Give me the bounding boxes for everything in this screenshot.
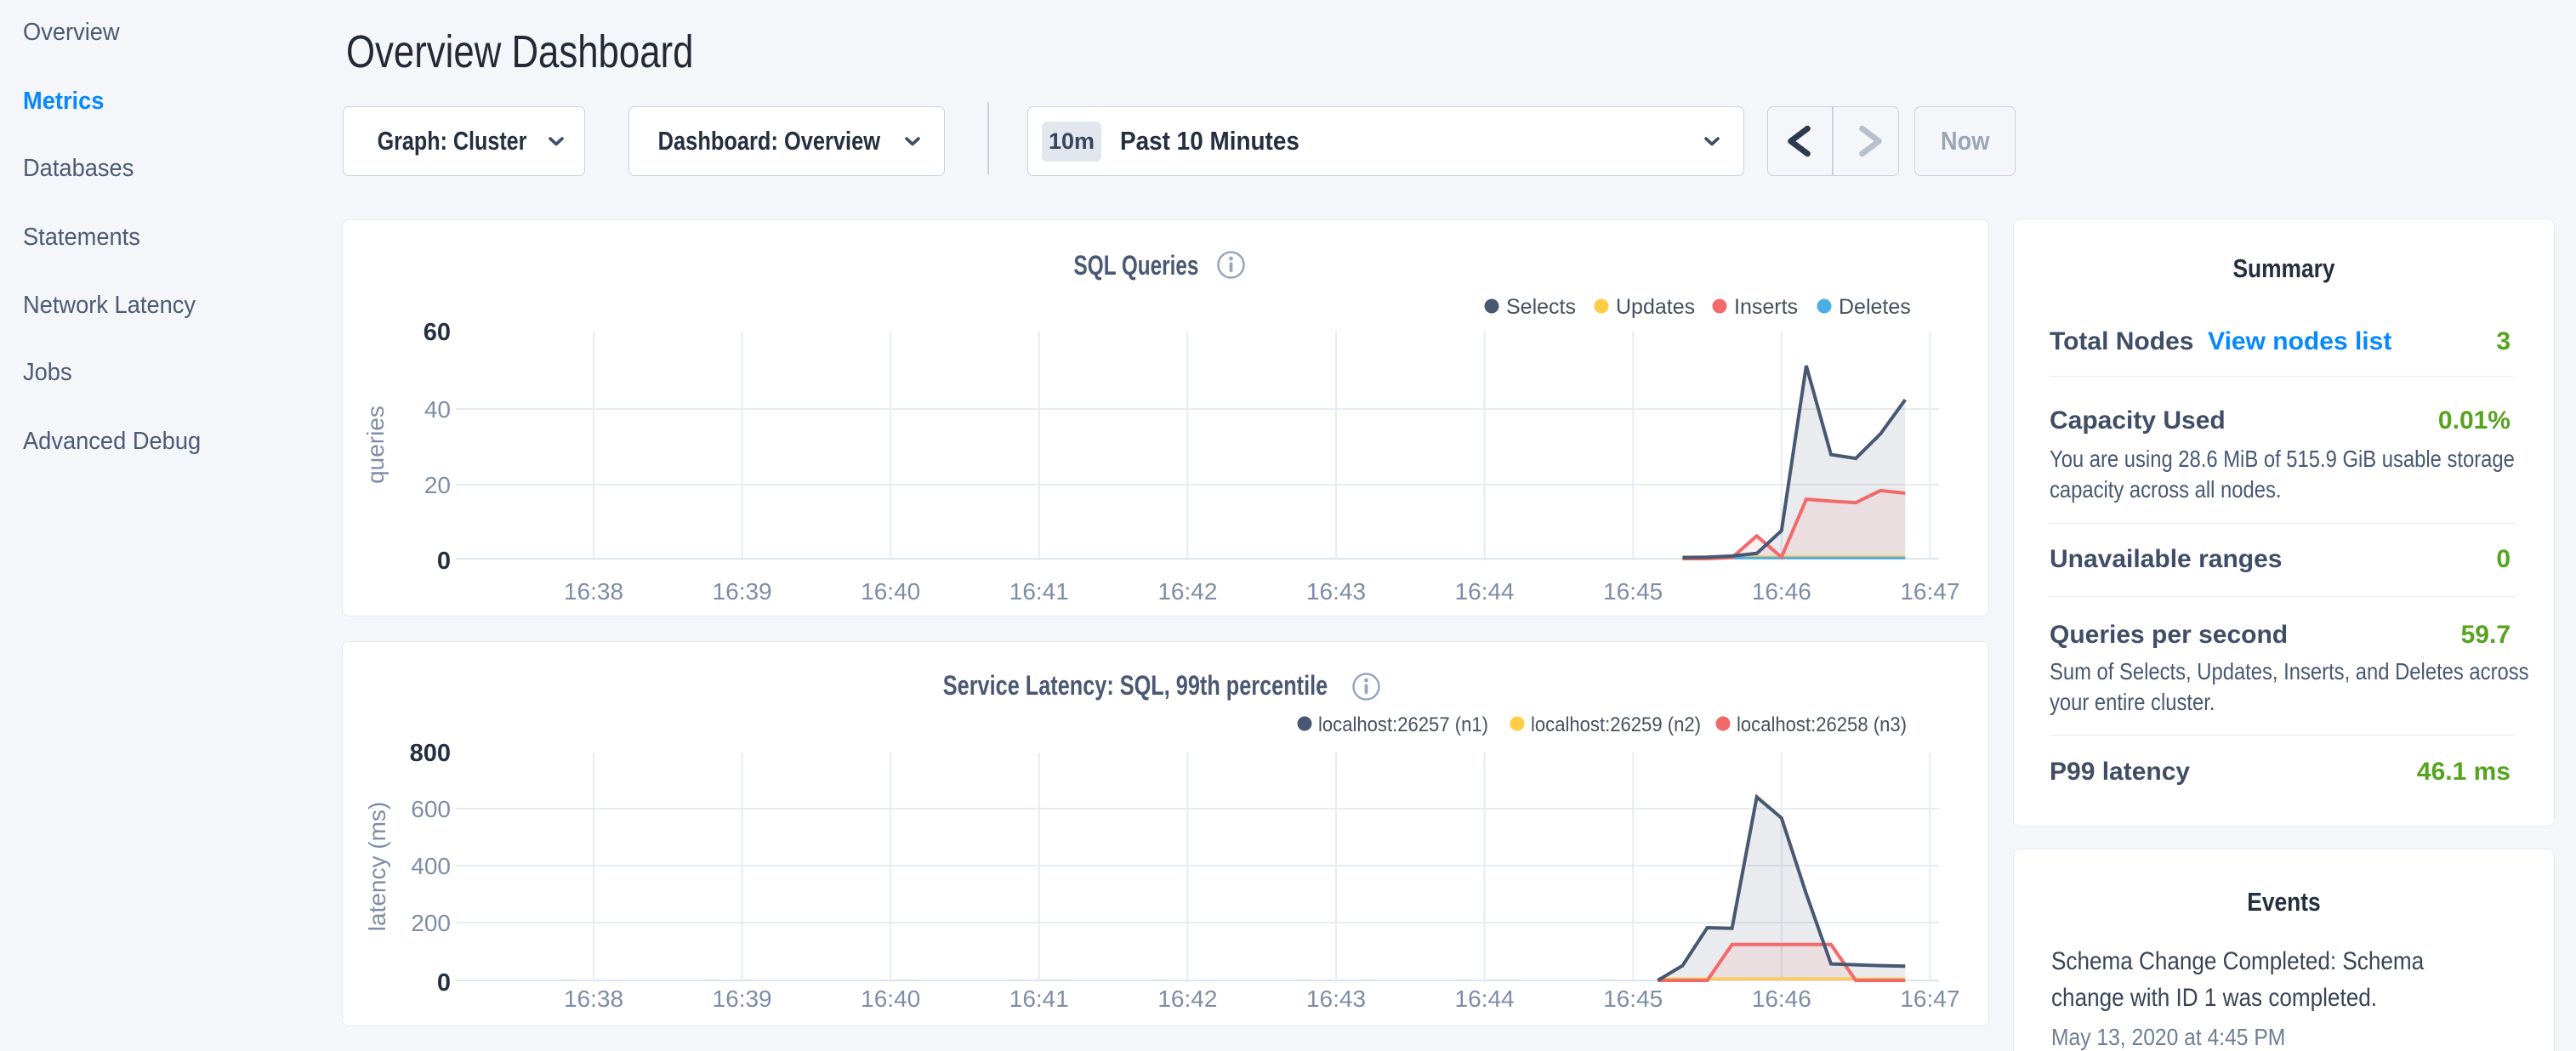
svg-text:0: 0 [437,548,451,575]
svg-text:16:45: 16:45 [1603,578,1663,605]
svg-text:Selects: Selects [1506,295,1576,319]
svg-text:16:45: 16:45 [1603,986,1663,1012]
svg-text:localhost:26258 (n3): localhost:26258 (n3) [1737,713,1907,736]
svg-text:16:41: 16:41 [1009,578,1069,605]
svg-text:16:47: 16:47 [1900,578,1959,605]
svg-text:16:43: 16:43 [1306,578,1366,605]
svg-text:16:43: 16:43 [1306,986,1366,1012]
svg-text:40: 40 [424,396,451,423]
svg-text:16:40: 16:40 [861,986,920,1012]
svg-text:20: 20 [424,472,451,498]
svg-text:Updates: Updates [1616,295,1695,319]
svg-text:16:47: 16:47 [1900,986,1959,1012]
svg-text:16:46: 16:46 [1752,578,1811,605]
svg-text:16:38: 16:38 [564,578,623,605]
svg-text:16:44: 16:44 [1455,986,1515,1012]
svg-text:16:42: 16:42 [1157,986,1217,1012]
svg-text:Inserts: Inserts [1734,295,1798,319]
svg-text:16:39: 16:39 [713,578,772,605]
svg-text:16:38: 16:38 [564,986,623,1012]
svg-text:800: 800 [410,740,451,767]
svg-text:localhost:26259 (n2): localhost:26259 (n2) [1531,713,1701,736]
svg-text:400: 400 [411,853,451,879]
svg-text:16:44: 16:44 [1455,578,1515,605]
svg-text:16:46: 16:46 [1752,986,1811,1012]
svg-text:0: 0 [437,969,451,997]
svg-text:60: 60 [424,319,451,346]
svg-text:latency (ms): latency (ms) [364,802,390,931]
svg-text:queries: queries [362,406,389,484]
svg-text:200: 200 [411,910,451,936]
svg-text:16:39: 16:39 [713,986,772,1012]
svg-text:16:42: 16:42 [1157,578,1217,605]
svg-text:16:40: 16:40 [861,578,920,605]
svg-text:localhost:26257 (n1): localhost:26257 (n1) [1318,713,1488,736]
svg-text:Deletes: Deletes [1839,295,1911,319]
svg-text:600: 600 [411,796,451,822]
svg-text:16:41: 16:41 [1009,986,1069,1012]
